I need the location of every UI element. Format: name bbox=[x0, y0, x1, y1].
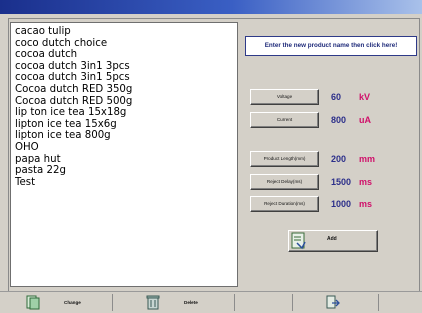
current-button[interactable]: Current bbox=[250, 112, 319, 128]
current-unit: uA bbox=[359, 115, 371, 125]
list-item[interactable]: lipton ice tea 800g bbox=[15, 130, 237, 142]
toolbar-divider bbox=[112, 294, 113, 311]
reject-delay-button[interactable]: Reject Delay(ms) bbox=[250, 174, 319, 190]
toolbar-divider bbox=[292, 294, 293, 311]
list-item[interactable]: Cocoa dutch RED 350g bbox=[15, 84, 237, 96]
list-item[interactable]: cacao tulip bbox=[15, 26, 237, 38]
list-item[interactable]: cocoa dutch bbox=[15, 49, 237, 61]
bottom-toolbar: Change Delete bbox=[0, 291, 422, 313]
reject-delay-unit: ms bbox=[359, 177, 373, 187]
list-item[interactable]: Test bbox=[15, 177, 237, 189]
list-item[interactable]: lipton ice tea 15x6g bbox=[15, 119, 237, 131]
list-item[interactable]: cocoa dutch 3in1 3pcs bbox=[15, 61, 237, 73]
reject-delay-value: 1500 bbox=[331, 177, 352, 187]
voltage-value: 60 bbox=[331, 92, 342, 102]
window-title-bar bbox=[0, 0, 422, 14]
reject-duration-button[interactable]: Reject Duration(ms) bbox=[250, 196, 319, 212]
list-item[interactable]: papa hut bbox=[15, 154, 237, 166]
change-button[interactable]: Change bbox=[12, 292, 108, 313]
list-item[interactable]: OHO bbox=[15, 142, 237, 154]
reject-duration-value: 1000 bbox=[331, 199, 352, 209]
toolbar-divider bbox=[378, 294, 379, 311]
product-name-input[interactable]: Enter the new product name then click he… bbox=[245, 36, 417, 56]
voltage-button[interactable]: Voltage bbox=[250, 89, 319, 105]
add-button-label: Add bbox=[327, 236, 337, 242]
product-length-unit: mm bbox=[359, 154, 376, 164]
add-button[interactable]: Add bbox=[288, 230, 378, 252]
list-item[interactable]: cocoa dutch 3in1 5pcs bbox=[15, 72, 237, 84]
list-item[interactable]: coco dutch choice bbox=[15, 38, 237, 50]
delete-button[interactable]: Delete bbox=[116, 292, 230, 313]
list-item[interactable]: pasta 22g bbox=[15, 165, 237, 177]
current-value: 800 bbox=[331, 115, 347, 125]
reject-duration-unit: ms bbox=[359, 199, 373, 209]
product-length-value: 200 bbox=[331, 154, 347, 164]
add-product-icon bbox=[291, 232, 306, 250]
change-button-label: Change bbox=[64, 300, 81, 305]
product-length-button[interactable]: Product Length(mm) bbox=[250, 151, 319, 167]
toolbar-divider bbox=[234, 294, 235, 311]
exit-button[interactable] bbox=[296, 292, 376, 313]
delete-button-label: Delete bbox=[184, 300, 198, 305]
change-icon bbox=[26, 295, 40, 310]
list-item[interactable]: Cocoa dutch RED 500g bbox=[15, 96, 237, 108]
trash-icon bbox=[146, 295, 160, 310]
voltage-unit: kV bbox=[359, 92, 371, 102]
list-item[interactable]: lip ton ice tea 15x18g bbox=[15, 107, 237, 119]
product-list[interactable]: cacao tulip coco dutch choice cocoa dutc… bbox=[10, 22, 238, 287]
exit-icon bbox=[326, 295, 340, 309]
